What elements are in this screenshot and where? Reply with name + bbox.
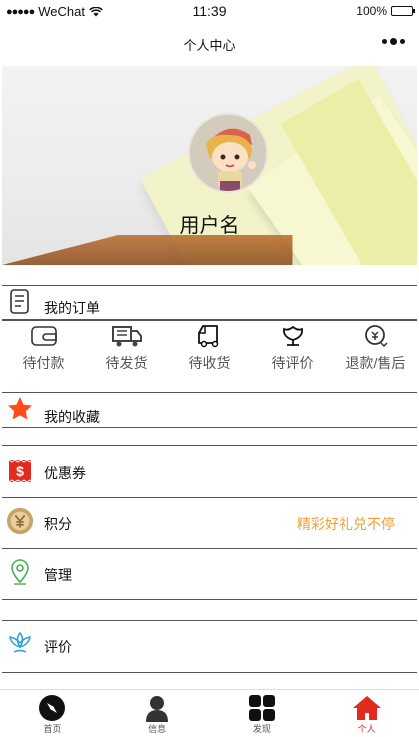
location-pin-icon [6,558,34,586]
order-list-icon [6,288,34,316]
status-right: 100% [356,4,415,18]
yen-coin-icon [6,507,34,535]
points-promo-text: 精彩好礼兑不停 [297,516,395,532]
more-menu-icon[interactable] [382,38,405,45]
username: 用户名 [179,215,240,237]
page-title: 个人中心 [183,38,236,53]
menu-item-coupons[interactable]: $ 优惠券 [2,446,417,496]
tab-discover[interactable]: 发现 [210,690,315,737]
delivery-van-icon [168,323,251,349]
divider [2,672,417,673]
orders-title: 我的订单 [44,300,100,316]
grid-icon [210,694,315,722]
menu-item-label: 积分 [44,516,72,532]
menu-item-manage[interactable]: 管理 [2,549,417,599]
lotus-icon [6,630,34,658]
tab-label: 发现 [252,724,271,734]
tab-label: 个人 [357,724,376,734]
nav-bar: 个人中心 [0,22,419,66]
tab-home[interactable]: 首页 [0,690,105,737]
tab-label: 首页 [43,724,62,734]
divider [2,599,417,600]
menu-item-label: 评价 [44,639,72,655]
order-tab-label: 待付款 [22,355,65,371]
order-tab-to-review[interactable]: 待评价 [251,320,334,372]
order-tab-pending-payment[interactable]: 待付款 [2,320,85,372]
menu-item-points[interactable]: 积分 精彩好礼兑不停 [2,498,417,548]
person-icon [105,694,210,722]
menu-item-review[interactable]: 评价 [2,621,417,671]
order-status-tabs: 待付款 待发货 待收货 待评价 退款/售后 [2,320,417,372]
wallet-icon [2,323,85,349]
avatar[interactable] [188,113,268,193]
order-tab-label: 待评价 [271,355,314,371]
refund-icon [334,323,417,349]
menu-item-label: 优惠券 [44,465,86,481]
battery-icon [391,6,415,16]
bottom-tab-bar: 首页 信息 发现 个人 [0,689,419,737]
star-icon [6,395,34,423]
home-icon [314,694,419,722]
compass-icon [0,694,105,722]
tulip-icon [251,323,334,349]
tab-messages[interactable]: 信息 [105,690,210,737]
order-tab-label: 退款/售后 [345,355,406,371]
tab-label: 信息 [148,724,167,734]
divider [2,427,417,428]
order-tab-refund[interactable]: 退款/售后 [334,320,417,372]
coupon-icon: $ [6,457,34,485]
battery-percent: 100% [356,4,387,18]
banner-decoration [2,235,293,265]
tab-profile[interactable]: 个人 [314,690,419,737]
order-tab-to-ship[interactable]: 待发货 [85,320,168,372]
menu-item-label: 管理 [44,567,72,583]
order-tab-label: 待发货 [105,355,148,371]
svg-text:$: $ [16,463,24,479]
orders-row[interactable]: 我的订单 [2,286,417,319]
order-tab-to-receive[interactable]: 待收货 [168,320,251,372]
truck-icon [85,323,168,349]
status-bar: ●●●●● WeChat 11:39 100% [0,0,419,22]
order-tab-label: 待收货 [188,355,231,371]
menu-item-label: 我的收藏 [44,409,100,425]
menu-item-favorites[interactable]: 我的收藏 [2,393,417,427]
